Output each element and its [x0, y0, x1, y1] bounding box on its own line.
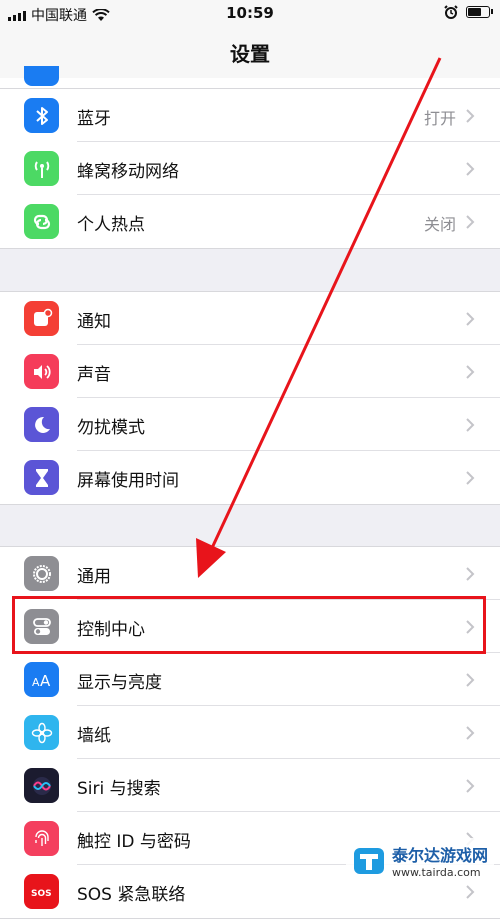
watermark-url: www.tairda.com — [391, 866, 481, 879]
annotation-arrow — [196, 57, 442, 578]
watermark-logo-icon — [353, 847, 384, 874]
watermark-name: 泰尔达游戏网 — [391, 846, 488, 865]
svg-text:SOS: SOS — [31, 889, 52, 899]
watermark: 泰尔达游戏网 www.tairda.com — [345, 838, 494, 883]
